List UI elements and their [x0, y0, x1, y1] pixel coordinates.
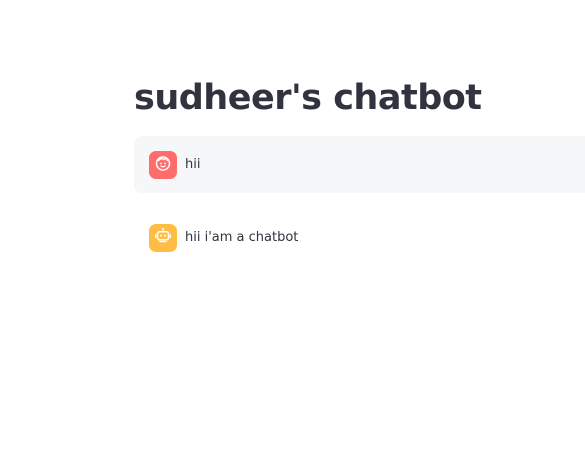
chat-app: sudheer's chatbot hii hii i'am a chatbot: [0, 0, 585, 476]
face-icon: [154, 154, 172, 176]
assistant-avatar: [149, 223, 177, 252]
user-avatar: [149, 150, 177, 179]
page-title: sudheer's chatbot: [134, 78, 482, 118]
chat-message-text: hii: [185, 157, 201, 172]
chat-message-assistant: hii i'am a chatbot: [134, 209, 585, 266]
chat-message-text: hii i'am a chatbot: [185, 230, 299, 245]
chat-message-user: hii: [134, 136, 585, 193]
robot-icon: [154, 227, 172, 249]
